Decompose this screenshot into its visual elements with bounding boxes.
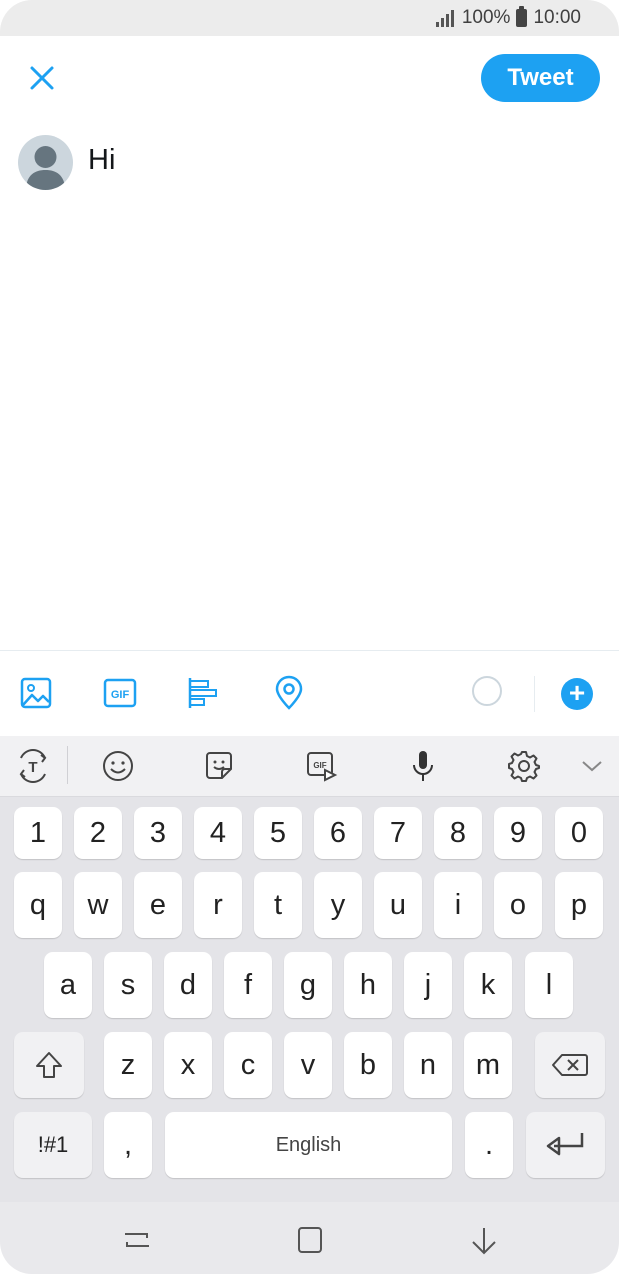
keyboard-settings-button[interactable] <box>506 748 542 784</box>
battery-percent: 100% <box>461 7 511 28</box>
key-q[interactable]: q <box>14 872 62 938</box>
enter-key[interactable] <box>526 1112 605 1178</box>
text-tool-icon: T <box>19 749 47 783</box>
key-b[interactable]: b <box>344 1032 392 1098</box>
key-5[interactable]: 5 <box>254 807 302 859</box>
backspace-icon <box>552 1054 588 1076</box>
sticker-icon <box>206 752 232 779</box>
text-tool-button[interactable]: T <box>15 748 51 784</box>
compose-toolbar: GIF <box>0 650 619 736</box>
key-f[interactable]: f <box>224 952 272 1018</box>
home-icon <box>298 1227 322 1253</box>
poll-icon <box>188 678 217 708</box>
key-d[interactable]: d <box>164 952 212 1018</box>
collapse-toolbar-button[interactable] <box>574 748 610 784</box>
key-t[interactable]: t <box>254 872 302 938</box>
key-i[interactable]: i <box>434 872 482 938</box>
back-down-icon <box>472 1228 496 1255</box>
plus-icon: + <box>568 677 586 708</box>
key-3[interactable]: 3 <box>134 807 182 859</box>
backspace-key[interactable] <box>535 1032 605 1098</box>
key-m[interactable]: m <box>464 1032 512 1098</box>
key-7[interactable]: 7 <box>374 807 422 859</box>
status-bar: 100% 10:00 <box>0 0 619 36</box>
battery-icon <box>516 6 528 27</box>
key-a[interactable]: a <box>44 952 92 1018</box>
image-icon <box>20 677 52 709</box>
emoji-icon <box>103 751 133 781</box>
svg-text:GIF: GIF <box>313 761 326 770</box>
key-6[interactable]: 6 <box>314 807 362 859</box>
key-n[interactable]: n <box>404 1032 452 1098</box>
image-button[interactable] <box>18 675 54 711</box>
enter-icon <box>546 1133 583 1156</box>
key-z[interactable]: z <box>104 1032 152 1098</box>
key-v[interactable]: v <box>284 1032 332 1098</box>
location-button[interactable] <box>271 675 307 711</box>
toolbar-divider <box>534 676 535 712</box>
navigation-bar <box>0 1202 619 1274</box>
space-key[interactable]: English <box>165 1112 452 1178</box>
key-w[interactable]: w <box>74 872 122 938</box>
close-icon <box>30 66 54 90</box>
svg-text:T: T <box>28 759 37 776</box>
keyboard-toolbar-divider <box>67 746 68 784</box>
key-2[interactable]: 2 <box>74 807 122 859</box>
key-0[interactable]: 0 <box>555 807 603 859</box>
key-c[interactable]: c <box>224 1032 272 1098</box>
key-k[interactable]: k <box>464 952 512 1018</box>
key-4[interactable]: 4 <box>194 807 242 859</box>
key-g[interactable]: g <box>284 952 332 1018</box>
close-button[interactable] <box>22 58 62 98</box>
sticker-button[interactable] <box>201 748 237 784</box>
key-p[interactable]: p <box>555 872 603 938</box>
clock: 10:00 <box>533 7 581 28</box>
gif-button[interactable]: GIF <box>102 675 138 711</box>
shift-icon <box>36 1052 62 1078</box>
settings-icon <box>508 751 540 782</box>
keyboard-toolbar: T GIF <box>0 736 619 797</box>
tweet-button[interactable]: Tweet <box>481 54 600 102</box>
voice-input-button[interactable] <box>405 748 441 784</box>
key-y[interactable]: y <box>314 872 362 938</box>
key-x[interactable]: x <box>164 1032 212 1098</box>
recent-apps-button[interactable] <box>117 1220 157 1260</box>
comma-key[interactable]: , <box>104 1112 152 1178</box>
emoji-button[interactable] <box>100 748 136 784</box>
home-button[interactable] <box>290 1220 330 1260</box>
location-icon <box>275 675 303 710</box>
tweet-text-field[interactable]: Hi <box>88 144 115 177</box>
key-e[interactable]: e <box>134 872 182 938</box>
avatar <box>18 135 73 190</box>
key-1[interactable]: 1 <box>14 807 62 859</box>
key-8[interactable]: 8 <box>434 807 482 859</box>
gif-icon: GIF <box>103 678 137 708</box>
keyboard: 1 2 3 4 5 6 7 8 9 0 q w e r t y u i o p … <box>0 797 619 1202</box>
key-r[interactable]: r <box>194 872 242 938</box>
signal-icon <box>435 9 454 27</box>
gif-keyboard-button[interactable]: GIF <box>303 748 339 784</box>
symbols-key[interactable]: !#1 <box>14 1112 92 1178</box>
poll-button[interactable] <box>186 675 222 711</box>
key-o[interactable]: o <box>494 872 542 938</box>
back-button[interactable] <box>464 1220 504 1260</box>
key-l[interactable]: l <box>525 952 573 1018</box>
microphone-icon <box>413 751 433 781</box>
add-tweet-button[interactable]: + <box>561 678 593 710</box>
default-avatar-icon <box>26 146 65 190</box>
shift-key[interactable] <box>14 1032 84 1098</box>
key-s[interactable]: s <box>104 952 152 1018</box>
key-h[interactable]: h <box>344 952 392 1018</box>
gif-icon: GIF <box>307 752 338 782</box>
key-9[interactable]: 9 <box>494 807 542 859</box>
svg-text:GIF: GIF <box>111 689 130 701</box>
character-counter <box>472 676 502 706</box>
recent-apps-icon <box>125 1233 149 1247</box>
period-key[interactable]: . <box>465 1112 513 1178</box>
key-u[interactable]: u <box>374 872 422 938</box>
key-j[interactable]: j <box>404 952 452 1018</box>
chevron-down-icon <box>582 761 602 772</box>
